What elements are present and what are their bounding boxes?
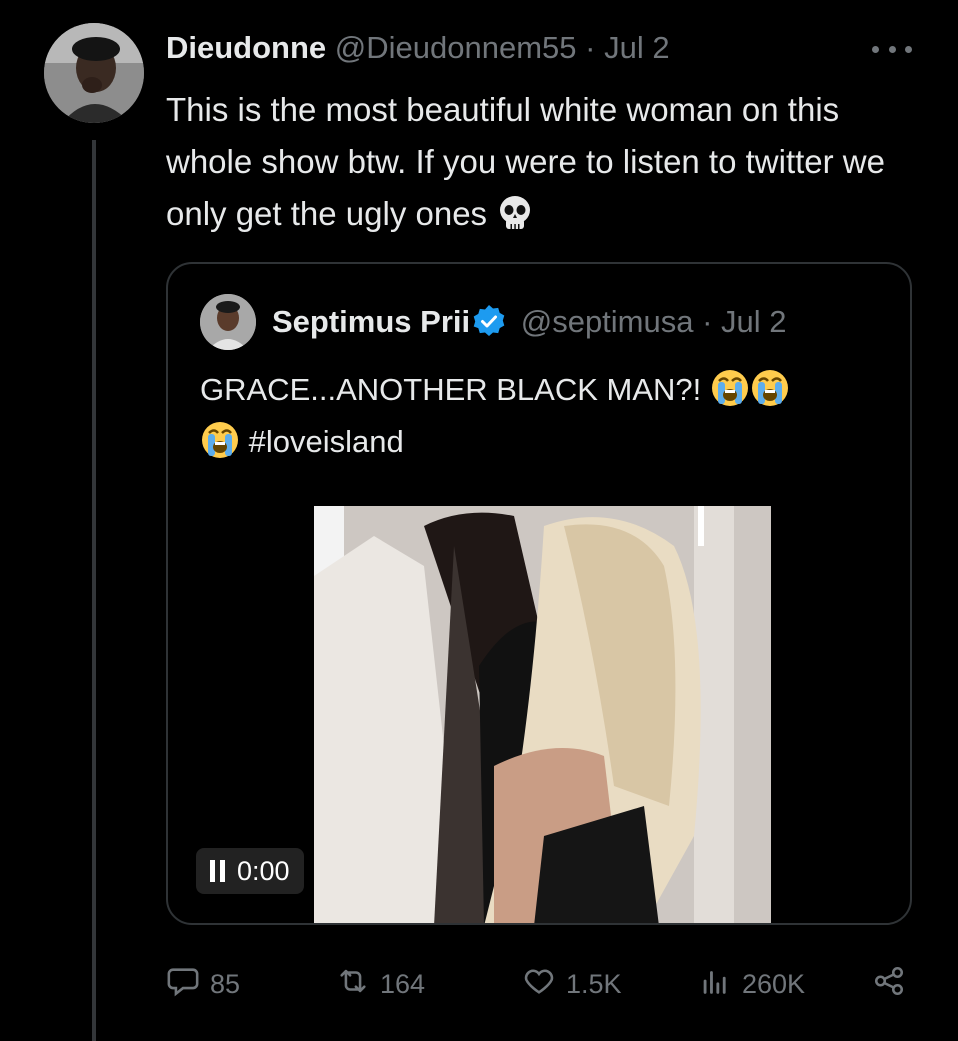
video-controls[interactable]: 0:00	[196, 848, 304, 894]
verified-badge-icon	[472, 304, 506, 338]
author-avatar[interactable]	[44, 23, 144, 123]
quoted-author-handle[interactable]: @septimusa	[521, 304, 694, 339]
quoted-author-avatar[interactable]	[200, 294, 256, 350]
author-name[interactable]: Dieudonne	[166, 30, 326, 65]
views-count: 260K	[742, 968, 806, 999]
tweet-actions: 85 164 1.5K 260K	[166, 962, 916, 1006]
crying-face-icon	[200, 420, 240, 460]
like-button[interactable]: 1.5K	[522, 962, 622, 1006]
reply-icon	[166, 964, 200, 1005]
pause-icon[interactable]	[210, 860, 225, 882]
quoted-tweet-card[interactable]: Septimus Prii @septimusa · Jul 2 GRACE..…	[166, 262, 912, 925]
quoted-date[interactable]: · Jul 2	[702, 304, 786, 339]
more-options-icon[interactable]	[872, 44, 912, 54]
quoted-hashtag[interactable]: #loveisland	[249, 424, 404, 459]
tweet-text: This is the most beautiful white woman o…	[166, 84, 926, 240]
skull-emoji-icon	[495, 193, 535, 233]
tweet-header: Dieudonne @Dieudonnem55 · Jul 2	[166, 28, 670, 68]
views-icon	[698, 964, 732, 1005]
crying-face-icon	[710, 368, 750, 408]
reply-count: 85	[210, 968, 241, 999]
video-time: 0:00	[237, 856, 290, 886]
quoted-header: Septimus Prii @septimusa · Jul 2	[272, 300, 787, 344]
thread-line	[92, 140, 96, 1041]
repost-count: 164	[380, 968, 426, 999]
crying-face-icon	[750, 368, 790, 408]
repost-button[interactable]: 164	[336, 962, 425, 1006]
quoted-author-name[interactable]: Septimus Prii	[272, 304, 470, 339]
repost-icon	[336, 964, 370, 1005]
author-handle[interactable]: @Dieudonnem55	[335, 30, 577, 65]
reply-button[interactable]: 85	[166, 962, 240, 1006]
quoted-text-main: GRACE...ANOTHER BLACK MAN?!	[200, 372, 702, 407]
share-button[interactable]	[872, 962, 906, 1006]
share-icon	[872, 964, 906, 1005]
like-count: 1.5K	[566, 968, 622, 999]
heart-icon	[522, 964, 556, 1005]
views-button[interactable]: 260K	[698, 962, 805, 1006]
quoted-text: GRACE...ANOTHER BLACK MAN?! #loveisland	[200, 364, 890, 468]
tweet-date[interactable]: · Jul 2	[585, 30, 669, 65]
video-player[interactable]	[314, 506, 771, 923]
